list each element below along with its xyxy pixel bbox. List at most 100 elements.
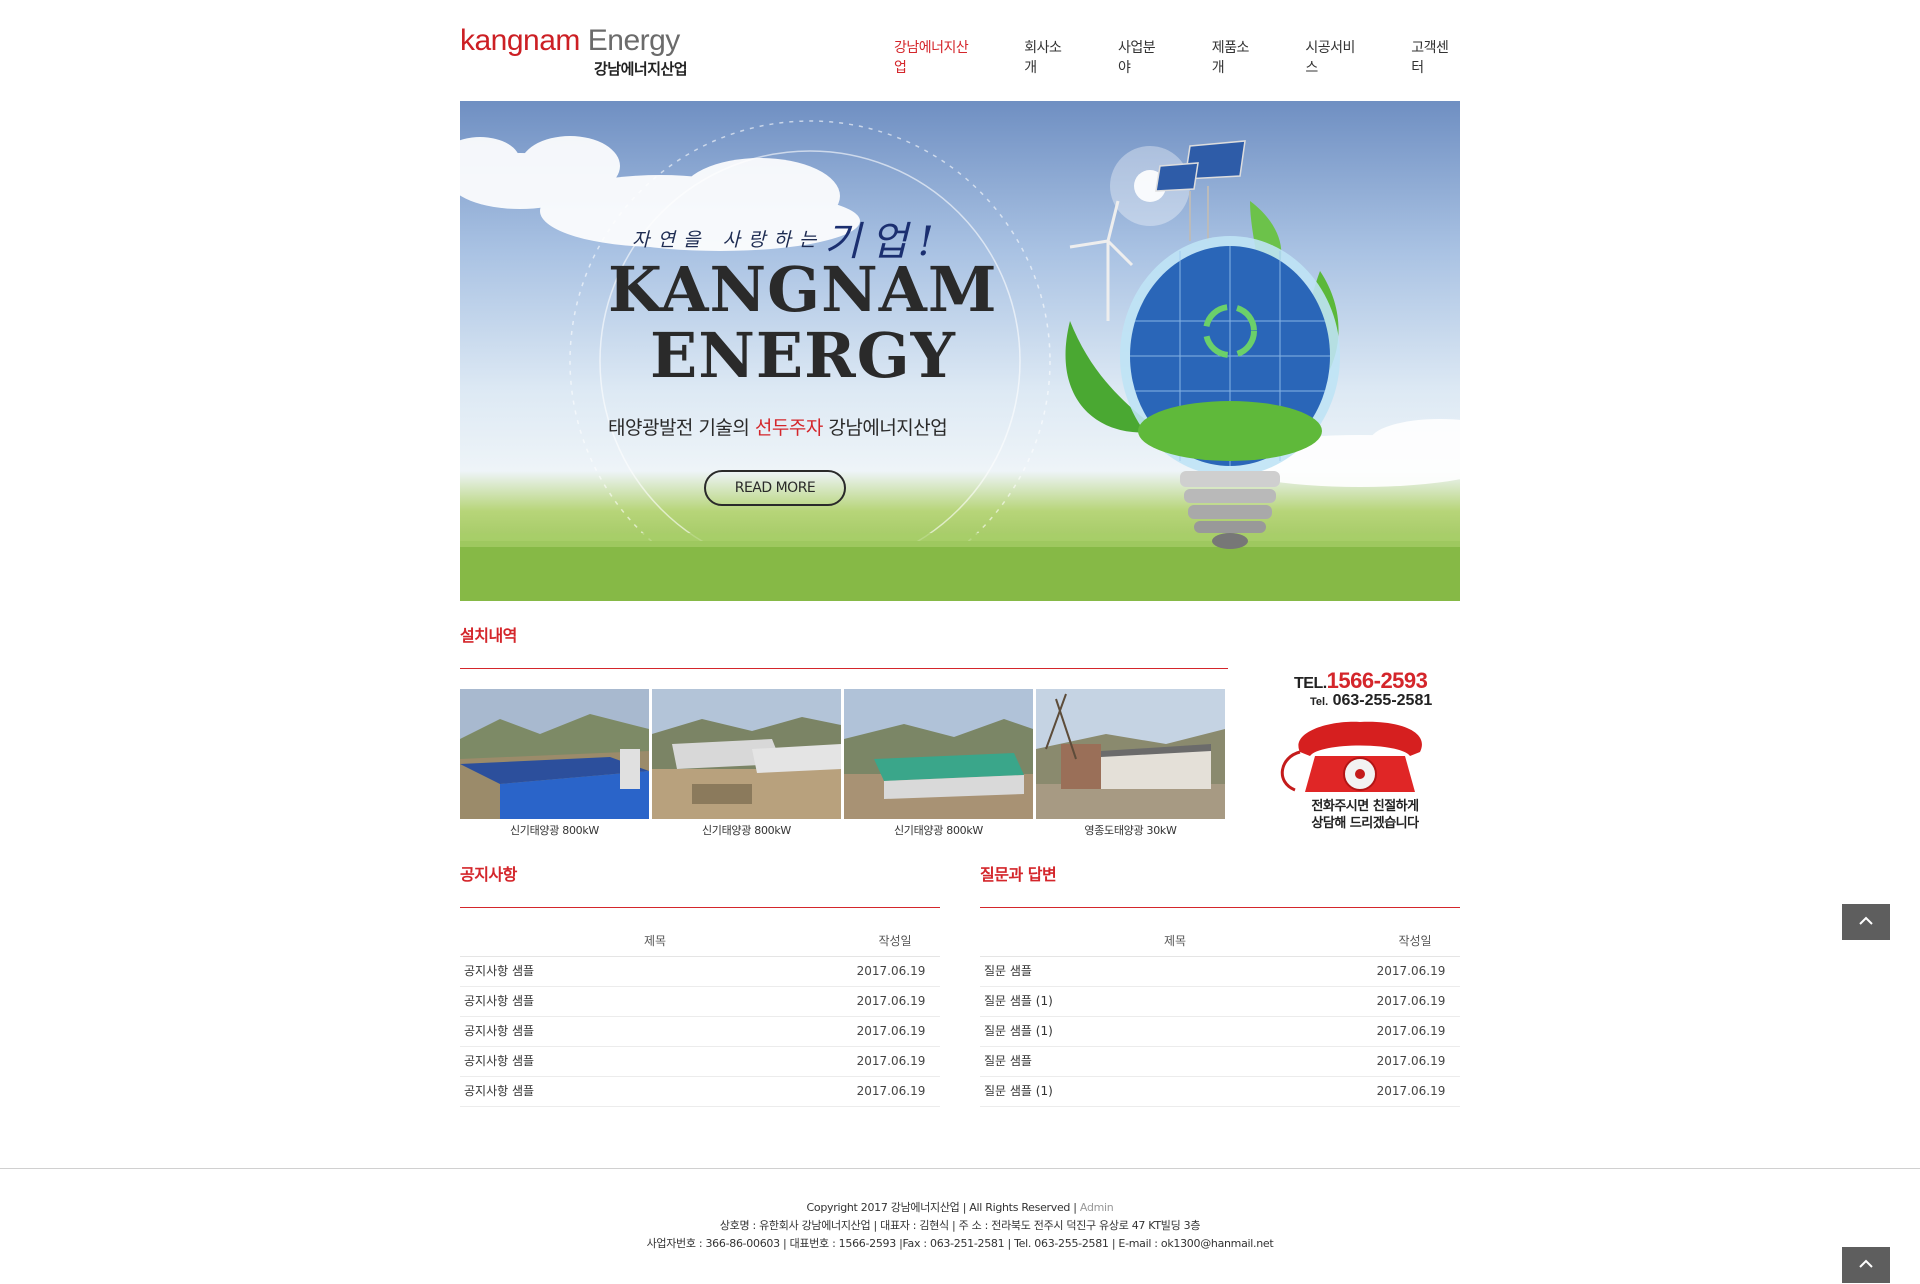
install-gallery: 신기태양광 800kW 신기태양광 800kW 신기태양광 800kW 영종도태… xyxy=(460,689,1228,838)
tel-secondary: Tel. 063-255-2581 xyxy=(1310,692,1432,710)
tel-secondary-number: 063-255-2581 xyxy=(1332,692,1433,709)
logo-text-energy: Energy xyxy=(579,24,681,57)
install-item[interactable]: 신기태양광 800kW xyxy=(460,689,649,838)
notice-row[interactable]: 공지사항 샘플 2017.06.19 xyxy=(460,987,940,1017)
qna-row-date: 2017.06.19 xyxy=(1376,1084,1446,1098)
phone-contact-ad[interactable]: TEL.1566-2593 Tel. 063-255-2581 전화주시면 친절… xyxy=(1270,668,1440,838)
qna-board: 제목 작성일 질문 샘플 2017.06.19 질문 샘플 (1) 2017.06.… xyxy=(980,926,1460,1107)
notice-row-title[interactable]: 공지사항 샘플 xyxy=(464,1077,534,1106)
notice-section-title[interactable]: 공지사항 xyxy=(460,861,517,885)
install-photo[interactable] xyxy=(1036,689,1225,819)
notice-row-date: 2017.06.19 xyxy=(856,1084,926,1098)
qna-row-title[interactable]: 질문 샘플 (1) xyxy=(984,1077,1053,1106)
site-logo[interactable]: kangnam Energy 강남에너지산업 xyxy=(460,24,700,84)
hero-slogan-pre: 태양광발전 기술의 xyxy=(608,417,755,439)
tel-secondary-prefix: Tel. xyxy=(1310,696,1329,708)
hero-banner: 자연을 사랑하는 기업! KANGNAM ENERGY 태양광발전 기술의 선두… xyxy=(460,101,1460,601)
logo-wordmark: kangnam Energy xyxy=(460,24,700,58)
footer-company-info: 상호명 : 유한회사 강남에너지산업 | 대표자 : 김현식 | 주 소 : 전… xyxy=(719,1219,1201,1232)
qna-header-row: 제목 작성일 xyxy=(980,926,1460,957)
notice-row[interactable]: 공지사항 샘플 2017.06.19 xyxy=(460,1047,940,1077)
install-photo[interactable] xyxy=(460,689,649,819)
install-caption: 신기태양광 800kW xyxy=(893,824,984,837)
notice-row-date: 2017.06.19 xyxy=(856,1024,926,1038)
notice-row[interactable]: 공지사항 샘플 2017.06.19 xyxy=(460,957,940,987)
install-caption: 영종도태양광 30kW xyxy=(1084,824,1177,837)
qna-row[interactable]: 질문 샘플 2017.06.19 xyxy=(980,1047,1460,1077)
footer-copyright-line: Copyright 2017 강남에너지산업 | All Rights Rese… xyxy=(0,1199,1920,1217)
install-item[interactable]: 영종도태양광 30kW xyxy=(1036,689,1225,838)
qna-row-date: 2017.06.19 xyxy=(1376,964,1446,978)
logo-subtitle: 강남에너지산업 xyxy=(594,60,688,78)
qna-row-title[interactable]: 질문 샘플 xyxy=(984,957,1032,986)
notice-row[interactable]: 공지사항 샘플 2017.06.19 xyxy=(460,1017,940,1047)
admin-link[interactable]: Admin xyxy=(1080,1201,1114,1214)
install-photo[interactable] xyxy=(652,689,841,819)
main-nav: 강남에너지산업 회사소개 사업분야 제품소개 시공서비스 고객센터 xyxy=(894,37,1460,77)
qna-row-date: 2017.06.19 xyxy=(1376,994,1446,1008)
qna-row[interactable]: 질문 샘플 2017.06.19 xyxy=(980,957,1460,987)
scroll-top-button[interactable] xyxy=(1842,904,1890,940)
nav-item-products[interactable]: 제품소개 xyxy=(1212,37,1261,77)
notice-row-date: 2017.06.19 xyxy=(856,1054,926,1068)
hero-illustration xyxy=(460,120,1460,601)
install-divider xyxy=(460,668,1228,669)
qna-row[interactable]: 질문 샘플 (1) 2017.06.19 xyxy=(980,1017,1460,1047)
install-item[interactable]: 신기태양광 800kW xyxy=(844,689,1033,838)
hero-slogan: 태양광발전 기술의 선두주자 강남에너지산업 xyxy=(608,413,948,440)
read-more-button[interactable]: READ MORE xyxy=(704,470,846,506)
nav-item-support[interactable]: 고객센터 xyxy=(1411,37,1460,77)
notice-row-title[interactable]: 공지사항 샘플 xyxy=(464,1017,534,1046)
notice-divider xyxy=(460,907,940,908)
qna-col-date: 작성일 xyxy=(1398,934,1432,948)
nav-item-home[interactable]: 강남에너지산업 xyxy=(894,37,979,77)
phone-caption-line1: 전화주시면 친절하게 xyxy=(1311,799,1419,814)
notice-row-title[interactable]: 공지사항 샘플 xyxy=(464,1047,534,1076)
qna-divider xyxy=(980,907,1460,908)
qna-row-date: 2017.06.19 xyxy=(1376,1024,1446,1038)
hero-script-text: 자연을 사랑하는 xyxy=(632,229,825,251)
site-footer: Copyright 2017 강남에너지산업 | All Rights Rese… xyxy=(0,1168,1920,1284)
nav-item-business[interactable]: 사업분야 xyxy=(1118,37,1167,77)
qna-row-title[interactable]: 질문 샘플 (1) xyxy=(984,1017,1053,1046)
hero-title-line1: KANGNAM xyxy=(608,253,998,326)
notice-row-date: 2017.06.19 xyxy=(856,994,926,1008)
notice-row-title[interactable]: 공지사항 샘플 xyxy=(464,957,534,986)
qna-row-title[interactable]: 질문 샘플 xyxy=(984,1047,1032,1076)
hero-slogan-highlight: 선두주자 xyxy=(754,417,823,439)
notice-row[interactable]: 공지사항 샘플 2017.06.19 xyxy=(460,1077,940,1107)
nav-item-about[interactable]: 회사소개 xyxy=(1024,37,1073,77)
qna-row-title[interactable]: 질문 샘플 (1) xyxy=(984,987,1053,1016)
qna-section-title[interactable]: 질문과 답변 xyxy=(980,861,1057,885)
install-section-title[interactable]: 설치내역 xyxy=(460,622,517,646)
install-photo[interactable] xyxy=(844,689,1033,819)
notice-col-date: 작성일 xyxy=(878,934,912,948)
notice-row-title[interactable]: 공지사항 샘플 xyxy=(464,987,534,1016)
install-item[interactable]: 신기태양광 800kW xyxy=(652,689,841,838)
chevron-up-icon xyxy=(1859,1259,1873,1268)
chevron-up-icon xyxy=(1859,916,1873,925)
phone-caption: 전화주시면 친절하게 상담해 드리겠습니다 xyxy=(1290,798,1440,832)
install-caption: 신기태양광 800kW xyxy=(701,824,792,837)
footer-copyright: Copyright 2017 강남에너지산업 | All Rights Rese… xyxy=(806,1201,1080,1214)
notice-header-row: 제목 작성일 xyxy=(460,926,940,957)
qna-row[interactable]: 질문 샘플 (1) 2017.06.19 xyxy=(980,1077,1460,1107)
qna-row-date: 2017.06.19 xyxy=(1376,1054,1446,1068)
logo-text-kangnam: kangnam xyxy=(460,24,580,57)
notice-row-date: 2017.06.19 xyxy=(856,964,926,978)
tel-main-number: 1566-2593 xyxy=(1326,668,1428,693)
qna-row[interactable]: 질문 샘플 (1) 2017.06.19 xyxy=(980,987,1460,1017)
telephone-icon xyxy=(1280,721,1422,792)
tel-main: TEL.1566-2593 xyxy=(1294,668,1428,694)
tel-main-prefix: TEL. xyxy=(1294,675,1327,692)
notice-col-title: 제목 xyxy=(643,934,667,948)
hero-title-line2: ENERGY xyxy=(650,319,956,392)
footer-contact-info: 사업자번호 : 366-86-00603 | 대표번호 : 1566-2593 … xyxy=(646,1237,1274,1250)
footer-scroll-top-button[interactable] xyxy=(1842,1247,1890,1283)
notice-board: 제목 작성일 공지사항 샘플 2017.06.19 공지사항 샘플 2017.06.… xyxy=(460,926,940,1107)
install-caption: 신기태양광 800kW xyxy=(509,824,600,837)
qna-col-title: 제목 xyxy=(1163,934,1187,948)
nav-item-construction[interactable]: 시공서비스 xyxy=(1305,37,1366,77)
footer-text: Copyright 2017 강남에너지산업 | All Rights Rese… xyxy=(0,1199,1920,1253)
hero-slogan-post: 강남에너지산업 xyxy=(822,417,948,439)
